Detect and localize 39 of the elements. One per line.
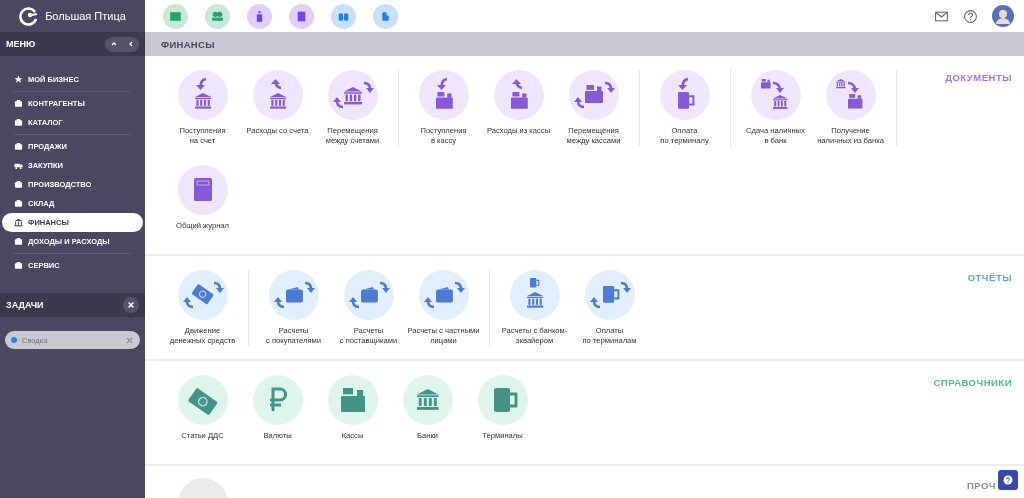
bird-logo-icon [19, 6, 40, 26]
toolbar-button[interactable] [373, 3, 398, 29]
bank-arrows-icon [327, 70, 378, 120]
register-icon [327, 375, 378, 425]
wallet-arrows-icon [343, 270, 394, 320]
terminal-arrows-icon [584, 270, 635, 320]
banknote-arrows-icon [177, 270, 228, 320]
truck-icon [14, 161, 23, 170]
toolbar-button[interactable] [331, 3, 356, 29]
section-title: ОТЧЁТЫ [967, 272, 1012, 283]
help-button[interactable] [998, 470, 1018, 490]
banknote-icon [177, 375, 228, 425]
section-title: ДОКУМЕНТЫ [945, 72, 1012, 83]
terminal-bank-icon [509, 270, 560, 320]
toolbar-button[interactable] [247, 3, 272, 29]
ruble-icon [252, 375, 303, 425]
menu-title: МЕНЮ [6, 39, 36, 49]
register-bank-icon [750, 70, 801, 120]
close-icon [125, 299, 137, 311]
bank-register-icon [825, 70, 876, 120]
star-icon [14, 75, 23, 84]
help-icon[interactable] [963, 8, 978, 24]
register-arrows-icon [568, 70, 619, 120]
section-title: СПРАВОЧНИКИ [933, 377, 1012, 388]
avatar-icon[interactable] [992, 5, 1014, 27]
bank-icon [14, 218, 23, 227]
tasks-title: ЗАДАЧИ [6, 300, 44, 310]
brand-name: Большая Птица [45, 10, 126, 22]
bank-icon [402, 375, 453, 425]
wallet-arrows-icon [268, 270, 319, 320]
page-title: ФИНАНСЫ [161, 38, 215, 50]
briefcase-icon [14, 99, 23, 108]
close-button[interactable] [123, 297, 139, 313]
toolbar-button[interactable] [289, 3, 314, 29]
toolbar-button[interactable] [163, 3, 188, 29]
wallet-arrows-icon [418, 270, 469, 320]
toolbar-button[interactable] [205, 3, 230, 29]
section-title: ПРОЧ [966, 480, 996, 491]
question-icon [1002, 474, 1014, 486]
